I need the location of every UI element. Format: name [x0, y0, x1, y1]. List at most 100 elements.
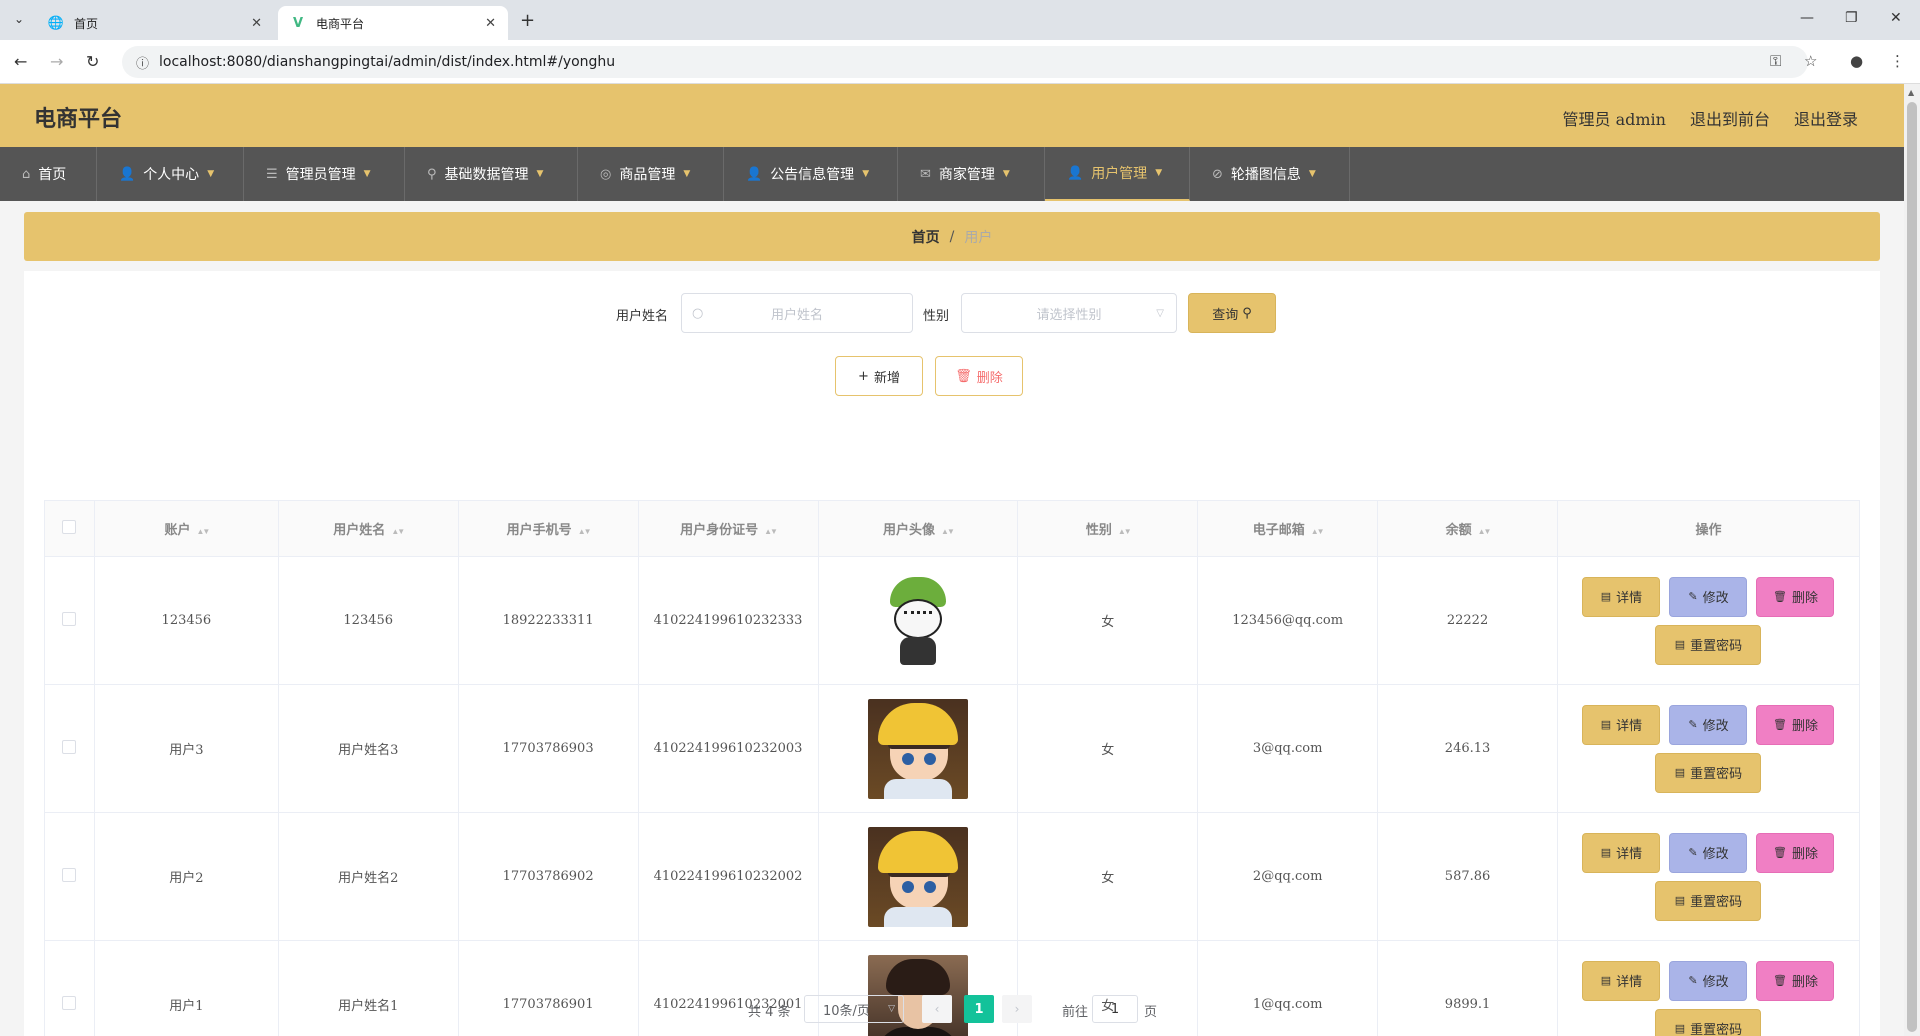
vertical-scrollbar[interactable]: ▲	[1904, 84, 1920, 1036]
sort-icon[interactable]: ▲▼	[578, 527, 592, 536]
sort-icon[interactable]: ▲▼	[196, 527, 210, 536]
next-page-button[interactable]: ›	[1002, 995, 1032, 1023]
cell-name: 用户姓名2	[277, 812, 459, 941]
col-avatar[interactable]: 用户头像 ▲▼	[817, 500, 1019, 557]
profile-icon[interactable]: ●	[1850, 52, 1863, 70]
nav-item-merchant[interactable]: ✉ 商家管理 ▼	[898, 147, 1045, 201]
anime-yellow-hat-avatar[interactable]	[867, 826, 968, 927]
sort-icon[interactable]: ▲▼	[1478, 527, 1492, 536]
nav-item-user[interactable]: 👤 用户管理 ▼	[1045, 147, 1190, 201]
table-row: 123456 123456 18922233311 41022419961023…	[44, 556, 1861, 685]
col-email[interactable]: 电子邮箱 ▲▼	[1197, 500, 1379, 557]
minimize-icon[interactable]: —	[1800, 10, 1814, 26]
add-button[interactable]: + 新增	[835, 356, 923, 396]
reload-icon[interactable]: ↻	[86, 52, 99, 71]
scroll-up-icon[interactable]: ▲	[1908, 88, 1914, 97]
anime-yellow-hat-avatar[interactable]	[867, 698, 968, 799]
page-size-select[interactable]: 10条/页 ▽	[804, 995, 904, 1023]
detail-button[interactable]: ▤ 详情	[1582, 704, 1661, 745]
logout-link[interactable]: 退出登录	[1794, 106, 1858, 130]
address-bar[interactable]: ⓘ localhost:8080/dianshangpingtai/admin/…	[122, 46, 1808, 78]
col-account[interactable]: 账户 ▲▼	[93, 500, 279, 557]
key-icon[interactable]: ⚿	[1770, 52, 1781, 70]
site-info-icon[interactable]: ⓘ	[136, 53, 149, 72]
nav-label: 公告信息管理	[770, 167, 855, 183]
row-select-cell[interactable]	[44, 556, 95, 685]
trash-icon: 🗑	[1772, 975, 1787, 987]
nav-item-carousel[interactable]: ⊘ 轮播图信息 ▼	[1190, 147, 1350, 201]
reset-password-button[interactable]: ▤ 重置密码	[1655, 880, 1762, 921]
goto-label: 前往	[1062, 1005, 1089, 1020]
name-search-input[interactable]: ○ 用户姓名	[681, 293, 913, 333]
row-checkbox[interactable]	[62, 739, 77, 754]
col-balance[interactable]: 余额 ▲▼	[1377, 500, 1558, 557]
sort-icon[interactable]: ▲▼	[1118, 527, 1132, 536]
prev-page-button[interactable]: ‹	[922, 995, 952, 1023]
goto-page-input[interactable]: 1	[1092, 995, 1138, 1023]
select-all-checkbox[interactable]	[62, 520, 77, 534]
scrollbar-thumb[interactable]	[1907, 102, 1917, 1032]
edit-button[interactable]: ✎ 修改	[1669, 576, 1748, 617]
nav-item-notice[interactable]: 👤 公告信息管理 ▼	[724, 147, 898, 201]
sort-icon[interactable]: ▲▼	[941, 527, 955, 536]
delete-button[interactable]: 🗑 删除	[1756, 832, 1835, 873]
gender-placeholder: 请选择性别	[1036, 307, 1102, 323]
forward-icon[interactable]: →	[50, 52, 63, 71]
cell-balance: 22222	[1377, 556, 1558, 685]
row-select-cell[interactable]	[44, 684, 95, 813]
nav-item-admin[interactable]: ☰ 管理员管理 ▼	[244, 147, 405, 201]
header-links: 管理员 admin 退出到前台 退出登录	[1563, 106, 1859, 130]
back-icon[interactable]: ←	[14, 52, 27, 71]
sort-icon[interactable]: ▲▼	[764, 527, 778, 536]
sort-icon[interactable]: ▲▼	[1311, 527, 1325, 536]
sort-icon[interactable]: ▲▼	[391, 527, 405, 536]
close-icon[interactable]: ✕	[251, 16, 262, 31]
exit-to-front-link[interactable]: 退出到前台	[1690, 106, 1770, 130]
row-select-cell[interactable]	[44, 812, 95, 941]
detail-button[interactable]: ▤ 详情	[1582, 576, 1661, 617]
cell-avatar	[817, 684, 1019, 813]
star-icon[interactable]: ☆	[1804, 52, 1817, 70]
col-idcard[interactable]: 用户身份证号 ▲▼	[637, 500, 819, 557]
edit-button[interactable]: ✎ 修改	[1669, 704, 1748, 745]
reset-label: 重置密码	[1690, 638, 1743, 653]
col-gender[interactable]: 性别 ▲▼	[1017, 500, 1199, 557]
browser-tab-shop[interactable]: V 电商平台 ✕	[278, 6, 508, 40]
delete-label: 删除	[1791, 590, 1818, 605]
tab-search-chevron-icon[interactable]: ⌄	[8, 8, 30, 30]
col-name[interactable]: 用户姓名 ▲▼	[277, 500, 459, 557]
select-all-cell[interactable]	[44, 500, 95, 557]
edit-button[interactable]: ✎ 修改	[1669, 832, 1748, 873]
menu-kebab-icon[interactable]: ⋮	[1890, 52, 1905, 70]
reset-password-button[interactable]: ▤ 重置密码	[1655, 752, 1762, 793]
delete-button[interactable]: 🗑 删除	[1756, 576, 1835, 617]
cell-account: 用户2	[93, 812, 279, 941]
nav-item-personal[interactable]: 👤 个人中心 ▼	[97, 147, 244, 201]
col-label: 用户身份证号	[680, 522, 759, 537]
close-icon[interactable]: ✕	[485, 16, 496, 31]
cartoon-green-hat-avatar[interactable]	[867, 570, 968, 671]
delete-button[interactable]: 🗑 删除	[1756, 704, 1835, 745]
nav-item-basedata[interactable]: ⚲ 基础数据管理 ▼	[405, 147, 578, 201]
nav-item-home[interactable]: ⌂ 首页	[0, 147, 97, 201]
detail-button[interactable]: ▤ 详情	[1582, 832, 1661, 873]
browser-toolbar: ← → ↻ ⓘ localhost:8080/dianshangpingtai/…	[0, 40, 1920, 84]
gender-select[interactable]: 请选择性别 ▽	[961, 293, 1177, 333]
page-number-button[interactable]: 1	[964, 995, 994, 1023]
col-phone[interactable]: 用户手机号 ▲▼	[457, 500, 639, 557]
breadcrumb-home[interactable]: 首页	[912, 227, 940, 247]
row-checkbox[interactable]	[62, 611, 77, 626]
nav-item-goods[interactable]: ◎ 商品管理 ▼	[578, 147, 724, 201]
reset-password-button[interactable]: ▤ 重置密码	[1655, 624, 1762, 665]
new-tab-icon[interactable]: +	[520, 10, 535, 31]
row-checkbox[interactable]	[62, 867, 77, 882]
query-label: 查询	[1212, 307, 1239, 323]
table-row: 用户2 用户姓名2 17703786902 410224199610232002…	[44, 812, 1861, 941]
batch-delete-button[interactable]: 🗑 删除	[935, 356, 1023, 396]
cell-gender: 女	[1017, 684, 1199, 813]
close-window-icon[interactable]: ✕	[1890, 10, 1902, 26]
browser-tab-home[interactable]: 🌐 首页 ✕	[36, 6, 274, 40]
restore-icon[interactable]: ❐	[1845, 10, 1858, 26]
query-button[interactable]: 查询 ⚲	[1188, 293, 1276, 333]
user-icon: 👤	[746, 166, 763, 182]
